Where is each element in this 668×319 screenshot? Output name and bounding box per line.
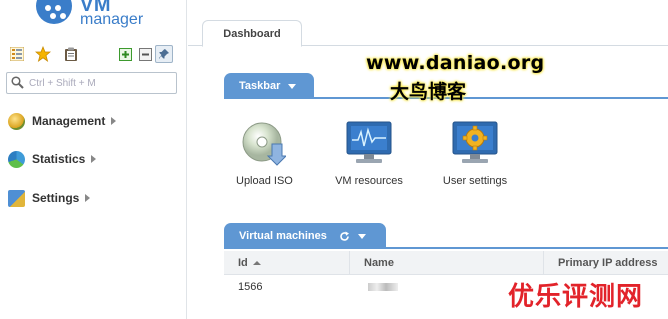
sidebar-item-settings[interactable]: Settings [8, 188, 91, 208]
column-header-ip[interactable]: Primary IP address [544, 251, 668, 275]
expand-plus-icon[interactable] [116, 45, 134, 63]
cd-upload-icon [242, 122, 288, 166]
management-icon [8, 112, 25, 130]
collapse-minus-icon[interactable] [136, 45, 154, 63]
tab-strip: Dashboard [188, 0, 668, 47]
vm-table-header: Id Name Primary IP address [224, 251, 668, 275]
sidebar-item-management[interactable]: Management [8, 111, 117, 131]
sidebar-toolbar [6, 44, 181, 64]
chevron-down-icon [288, 84, 297, 89]
watermark-cn-review: 优乐评测网 [508, 282, 644, 312]
tab-dashboard[interactable]: Dashboard [202, 20, 302, 47]
column-header-name[interactable]: Name [350, 251, 544, 275]
monitor-gear-icon [452, 121, 498, 163]
search-box [6, 72, 177, 94]
sort-ascending-icon [252, 261, 261, 265]
logo-mark-icon [36, 0, 72, 24]
sidebar: VM manager Management Statistics [0, 0, 187, 319]
settings-icon [8, 189, 25, 207]
chevron-right-icon [85, 194, 91, 202]
taskbar-item-vm-resources[interactable]: VM resources [334, 120, 404, 187]
taskbar-item-label: User settings [442, 175, 508, 187]
refresh-icon[interactable] [339, 231, 350, 242]
cell-name-redacted [368, 283, 398, 292]
cell-id: 1566 [238, 281, 263, 293]
pin-icon[interactable] [155, 45, 173, 63]
taskbar-header[interactable]: Taskbar [224, 73, 314, 99]
taskbar-item-label: Upload ISO [236, 175, 293, 187]
sidebar-item-statistics[interactable]: Statistics [8, 149, 97, 169]
statistics-pie-icon [8, 150, 25, 168]
watermark-site: www.daniao.org [366, 52, 545, 74]
chevron-right-icon [111, 117, 117, 125]
column-header-id[interactable]: Id [224, 251, 350, 275]
taskbar-title: Taskbar [239, 80, 281, 92]
logo-text-manager: manager [80, 11, 144, 28]
search-input[interactable] [29, 75, 174, 91]
vms-divider [224, 247, 668, 249]
star-icon[interactable] [34, 45, 52, 63]
vmmanager-logo[interactable]: VM manager [36, 0, 156, 30]
virtual-machines-title: Virtual machines [239, 230, 327, 242]
sidebar-item-label: Statistics [32, 152, 86, 166]
tree-view-icon[interactable] [8, 45, 26, 63]
main-content: Dashboard Taskbar Upload ISO VM resource… [188, 0, 668, 319]
sidebar-item-label: Management [32, 114, 106, 128]
virtual-machines-header[interactable]: Virtual machines [224, 223, 386, 249]
taskbar-item-upload-iso[interactable]: Upload ISO [236, 120, 293, 187]
search-icon [11, 76, 24, 89]
clipboard-icon[interactable] [62, 45, 80, 63]
chevron-right-icon [91, 155, 97, 163]
monitor-graph-icon [346, 121, 392, 163]
chevron-down-icon[interactable] [357, 234, 366, 239]
watermark-cn-blog: 大鸟博客 [390, 81, 467, 103]
taskbar-item-user-settings[interactable]: User settings [440, 120, 510, 187]
sidebar-item-label: Settings [32, 191, 80, 205]
taskbar-item-label: VM resources [335, 175, 403, 187]
